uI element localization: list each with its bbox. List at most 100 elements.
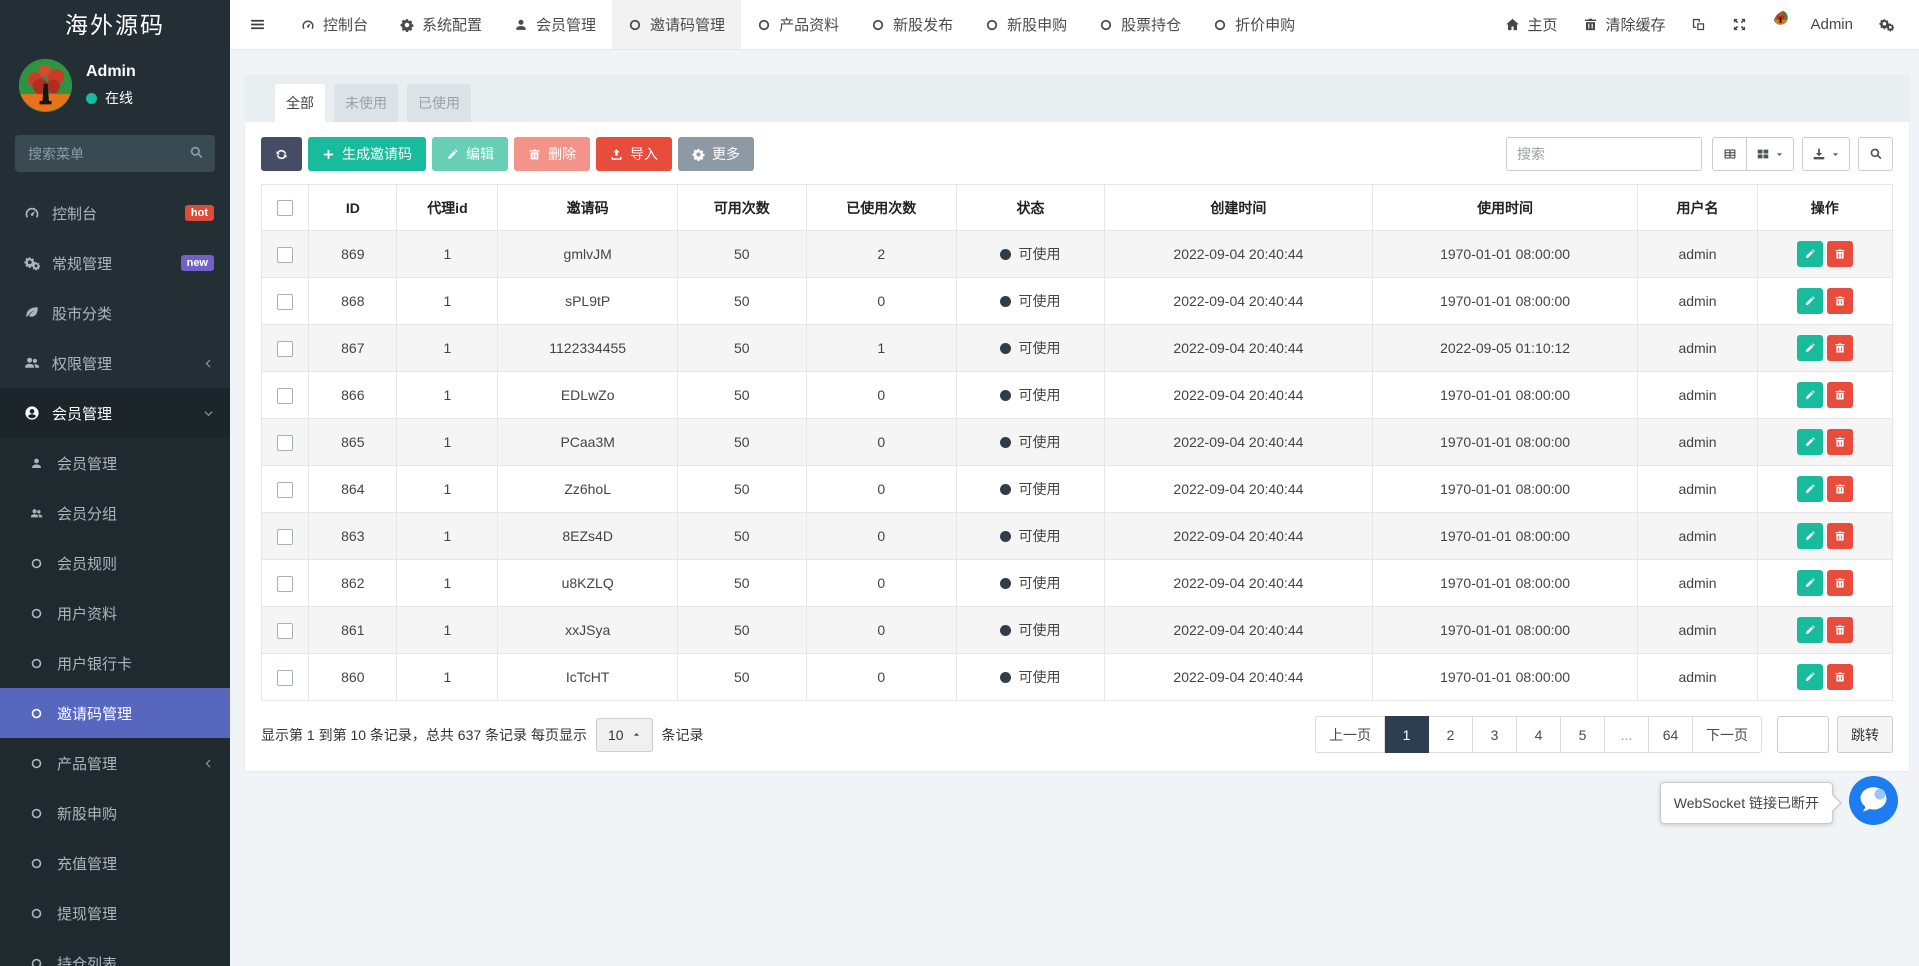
filter-tab[interactable]: 未使用: [334, 84, 398, 122]
sidebar-submenu-item[interactable]: 充值管理: [0, 838, 230, 888]
page-size-dropdown[interactable]: 10: [596, 718, 653, 752]
edit-button[interactable]: 编辑: [432, 137, 508, 171]
row-edit-button[interactable]: [1797, 664, 1823, 690]
page-button[interactable]: 1: [1385, 716, 1429, 753]
select-all-checkbox[interactable]: [277, 200, 293, 216]
import-button[interactable]: 导入: [596, 137, 672, 171]
topnav-tab[interactable]: 会员管理: [498, 0, 612, 49]
refresh-button[interactable]: [261, 137, 302, 171]
sidebar-item[interactable]: 常规管理new: [0, 238, 230, 288]
table-view-button[interactable]: [1712, 137, 1747, 171]
sidebar-item[interactable]: 控制台hot: [0, 188, 230, 238]
row-edit-button[interactable]: [1797, 617, 1823, 643]
row-edit-button[interactable]: [1797, 288, 1823, 314]
row-edit-button[interactable]: [1797, 429, 1823, 455]
row-delete-button[interactable]: [1827, 570, 1853, 596]
actions-cell: [1757, 607, 1892, 654]
row-checkbox[interactable]: [277, 529, 293, 545]
row-checkbox[interactable]: [277, 247, 293, 263]
prev-page-button[interactable]: 上一页: [1315, 716, 1385, 753]
sidebar-submenu-item[interactable]: 会员管理: [0, 438, 230, 488]
row-checkbox[interactable]: [277, 294, 293, 310]
row-checkbox[interactable]: [277, 341, 293, 357]
topnav-tab[interactable]: 折价申购: [1197, 0, 1311, 49]
page-button[interactable]: 64: [1649, 716, 1693, 753]
column-header: 可用次数: [677, 185, 806, 231]
topnav-tab[interactable]: 产品资料: [741, 0, 855, 49]
more-button[interactable]: 更多: [678, 137, 754, 171]
export-dropdown-button[interactable]: [1802, 137, 1850, 171]
topnav-tab[interactable]: 新股发布: [855, 0, 969, 49]
row-checkbox[interactable]: [277, 576, 293, 592]
sidebar-submenu-item[interactable]: 产品管理: [0, 738, 230, 788]
row-delete-button[interactable]: [1827, 664, 1853, 690]
home-link[interactable]: 主页: [1492, 0, 1570, 49]
topnav-tab[interactable]: 控制台: [285, 0, 384, 49]
used-time-cell: 1970-01-01 08:00:00: [1372, 278, 1638, 325]
sidebar-item[interactable]: 股市分类: [0, 288, 230, 338]
table-search-input[interactable]: [1506, 137, 1702, 171]
filter-tab[interactable]: 已使用: [407, 84, 471, 122]
row-delete-button[interactable]: [1827, 476, 1853, 502]
gear-icon: [692, 148, 705, 161]
sidebar-submenu-item[interactable]: 用户资料: [0, 588, 230, 638]
page-button[interactable]: 4: [1517, 716, 1561, 753]
filter-tab[interactable]: 全部: [275, 84, 325, 122]
row-edit-button[interactable]: [1797, 523, 1823, 549]
circle-icon: [27, 907, 46, 920]
page-button[interactable]: 2: [1429, 716, 1473, 753]
row-checkbox[interactable]: [277, 623, 293, 639]
clear-cache-link[interactable]: 清除缓存: [1570, 0, 1678, 49]
row-edit-button[interactable]: [1797, 476, 1823, 502]
row-delete-button[interactable]: [1827, 429, 1853, 455]
topnav-tab[interactable]: 股票持仓: [1083, 0, 1197, 49]
sidebar-submenu-item[interactable]: 持仓列表: [0, 938, 230, 966]
sidebar-item[interactable]: 权限管理: [0, 338, 230, 388]
sidebar-submenu-item[interactable]: 提现管理: [0, 888, 230, 938]
row-delete-button[interactable]: [1827, 523, 1853, 549]
row-edit-button[interactable]: [1797, 382, 1823, 408]
search-toggle-button[interactable]: [1858, 137, 1893, 171]
sidebar-submenu-item[interactable]: 新股申购: [0, 788, 230, 838]
sidebar-item-label: 充值管理: [57, 853, 117, 874]
row-delete-button[interactable]: [1827, 288, 1853, 314]
page-button[interactable]: 3: [1473, 716, 1517, 753]
jump-button[interactable]: 跳转: [1837, 716, 1893, 753]
next-page-button[interactable]: 下一页: [1693, 716, 1762, 753]
profile-menu[interactable]: Admin: [1760, 0, 1866, 49]
used-count-cell: 0: [806, 513, 956, 560]
language-button[interactable]: [1678, 0, 1719, 49]
sidebar-submenu-item[interactable]: 会员分组: [0, 488, 230, 538]
sidebar-submenu-item[interactable]: 用户银行卡: [0, 638, 230, 688]
row-delete-button[interactable]: [1827, 335, 1853, 361]
topnav-tab[interactable]: 新股申购: [969, 0, 1083, 49]
status-cell: 可使用: [956, 278, 1104, 325]
row-edit-button[interactable]: [1797, 335, 1823, 361]
created-time-cell: 2022-09-04 20:40:44: [1105, 466, 1372, 513]
row-edit-button[interactable]: [1797, 241, 1823, 267]
row-checkbox[interactable]: [277, 670, 293, 686]
row-delete-button[interactable]: [1827, 382, 1853, 408]
row-edit-button[interactable]: [1797, 570, 1823, 596]
page-button[interactable]: 5: [1561, 716, 1605, 753]
settings-button[interactable]: [1866, 0, 1907, 49]
topnav-tab[interactable]: 系统配置: [384, 0, 498, 49]
generate-invite-button[interactable]: 生成邀请码: [308, 137, 426, 171]
jump-page-input[interactable]: [1777, 716, 1829, 753]
menu-toggle-button[interactable]: [230, 0, 285, 49]
topnav-tab[interactable]: 邀请码管理: [612, 0, 741, 49]
trash-icon: [1833, 483, 1847, 495]
delete-button[interactable]: 删除: [514, 137, 590, 171]
sidebar-submenu-item[interactable]: 邀请码管理: [0, 688, 230, 738]
sidebar-search-input[interactable]: [15, 135, 215, 172]
sidebar-item[interactable]: 会员管理: [0, 388, 230, 438]
chat-widget-button[interactable]: [1849, 776, 1898, 825]
row-delete-button[interactable]: [1827, 617, 1853, 643]
fullscreen-button[interactable]: [1719, 0, 1760, 49]
row-checkbox[interactable]: [277, 482, 293, 498]
row-checkbox[interactable]: [277, 435, 293, 451]
row-delete-button[interactable]: [1827, 241, 1853, 267]
sidebar-submenu-item[interactable]: 会员规则: [0, 538, 230, 588]
columns-dropdown-button[interactable]: [1747, 137, 1794, 171]
row-checkbox[interactable]: [277, 388, 293, 404]
